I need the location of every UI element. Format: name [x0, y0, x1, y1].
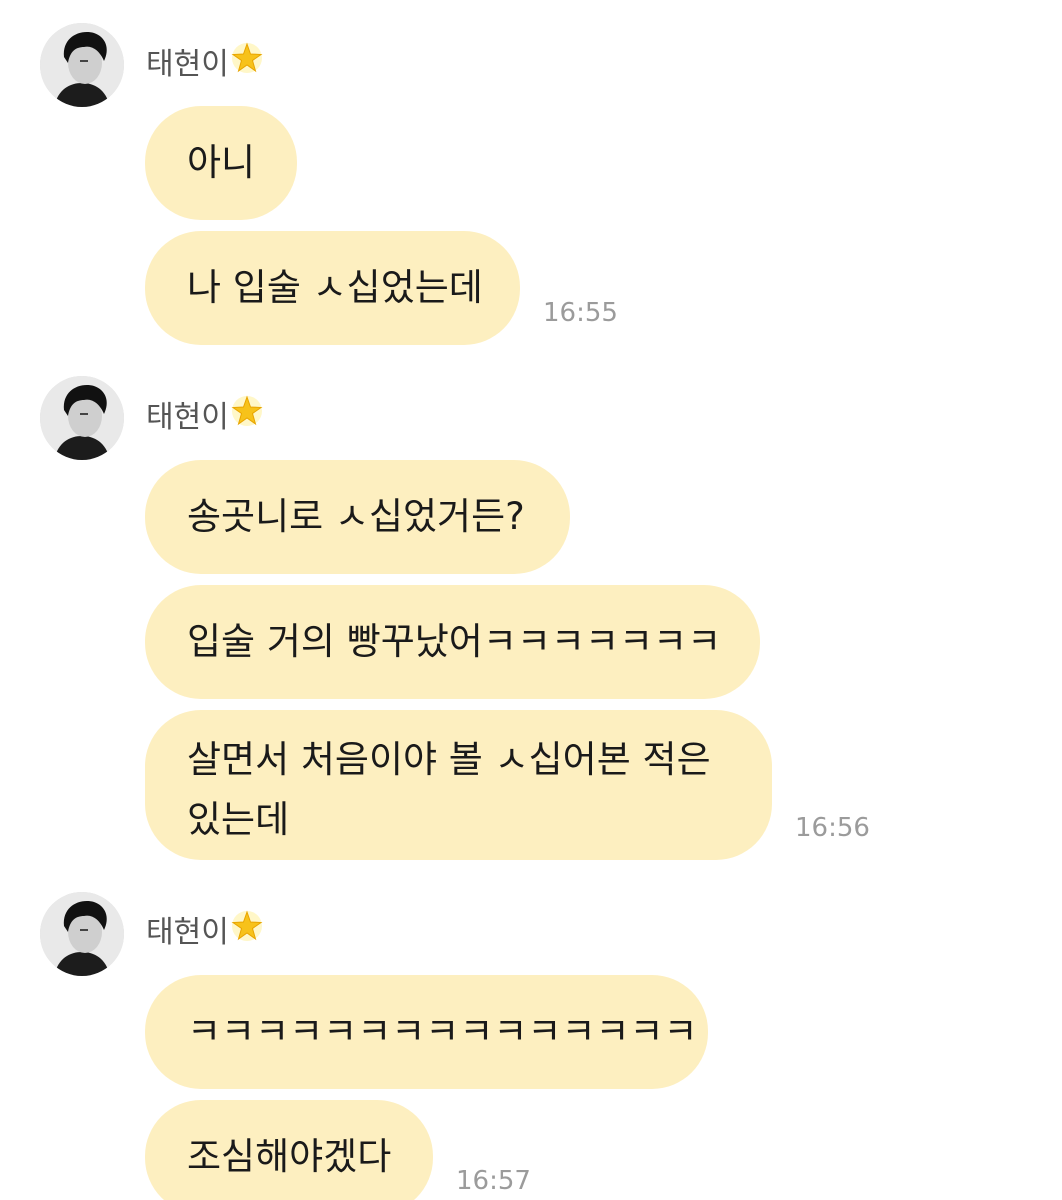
glowing-star-icon	[230, 394, 264, 437]
chat-view: 태현이 아니 나 입술 ㅅ십었는데 16:55 태현이 송곳니로 ㅅ십었거든? …	[0, 0, 1062, 1200]
message-text: 조심해야겠다	[187, 1135, 392, 1178]
message-bubble[interactable]: 입술 거의 빵꾸났어ㅋㅋㅋㅋㅋㅋㅋ	[145, 585, 760, 699]
message-bubble[interactable]: 조심해야겠다	[145, 1100, 433, 1200]
sender-avatar[interactable]	[40, 376, 124, 460]
glowing-star-icon	[230, 41, 264, 84]
message-bubble[interactable]: ㅋㅋㅋㅋㅋㅋㅋㅋㅋㅋㅋㅋㅋㅋㅋ	[145, 975, 708, 1089]
sender-name-text: 태현이	[146, 400, 229, 435]
message-text: 아니	[187, 141, 256, 184]
message-bubble[interactable]: 송곳니로 ㅅ십었거든?	[145, 460, 570, 574]
sender-avatar[interactable]	[40, 23, 124, 107]
message-text: 나 입술 ㅅ십었는데	[187, 266, 483, 309]
message-text: 송곳니로 ㅅ십었거든?	[187, 495, 525, 538]
sender-name: 태현이	[146, 910, 264, 952]
message-timestamp: 16:56	[795, 813, 870, 843]
glowing-star-icon	[230, 909, 264, 952]
message-timestamp: 16:55	[543, 298, 618, 328]
sender-name-text: 태현이	[146, 47, 229, 82]
message-text: ㅋㅋㅋㅋㅋㅋㅋㅋㅋㅋㅋㅋㅋㅋㅋ	[187, 1010, 698, 1053]
message-bubble[interactable]: 살면서 처음이야 볼 ㅅ십어본 적은 있는데	[145, 710, 772, 860]
sender-name-text: 태현이	[146, 915, 229, 950]
sender-avatar[interactable]	[40, 892, 124, 976]
sender-name: 태현이	[146, 395, 264, 437]
message-timestamp: 16:57	[456, 1166, 531, 1196]
message-text: 입술 거의 빵꾸났어ㅋㅋㅋㅋㅋㅋㅋ	[187, 620, 722, 663]
message-bubble[interactable]: 나 입술 ㅅ십었는데	[145, 231, 520, 345]
message-bubble[interactable]: 아니	[145, 106, 297, 220]
sender-name: 태현이	[146, 42, 264, 84]
message-text: 살면서 처음이야 볼 ㅅ십어본 적은 있는데	[187, 738, 711, 841]
